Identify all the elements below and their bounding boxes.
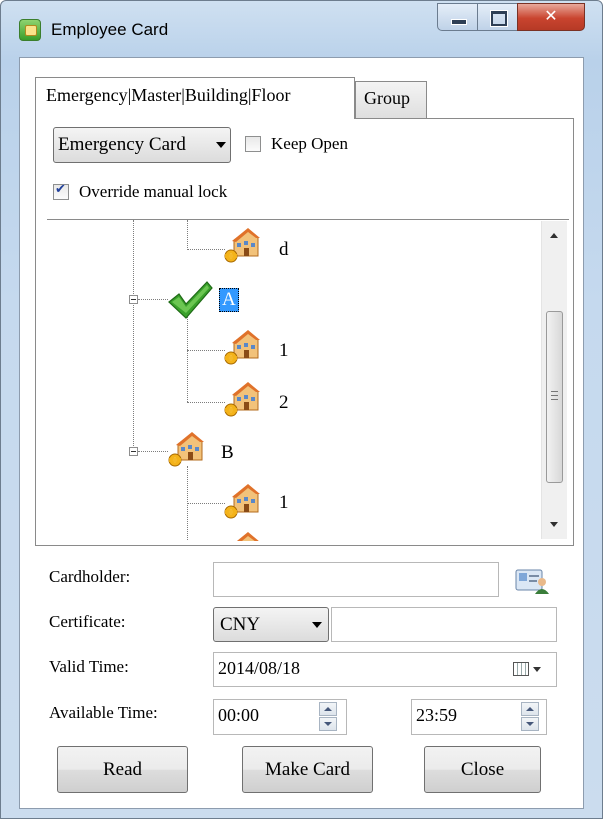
override-lock-label: Override manual lock [79,182,228,201]
tree-node-label[interactable]: 2 [279,392,289,414]
close-button[interactable]: Close [424,746,541,793]
tree-line [133,220,134,450]
employee-card-window: Employee Card Emergency|Master|Building|… [0,0,603,819]
available-to-value: 23:59 [416,705,458,725]
chevron-down-icon [216,142,226,148]
override-lock-checkbox[interactable]: ✔ [53,182,69,200]
tree-line [138,451,168,452]
building-icon [224,227,261,263]
maximize-button[interactable] [477,3,518,31]
checkmark-icon: ✔ [55,182,66,197]
tree-line [187,312,188,402]
id-card-icon[interactable] [515,567,551,595]
keep-open-checkbox[interactable] [245,136,261,152]
tab-emergency-master-building-floor[interactable]: Emergency|Master|Building|Floor [35,77,355,119]
available-time-label: Available Time: [49,703,158,722]
scrollbar-thumb[interactable] [546,311,563,483]
tree-line [187,503,225,504]
scroll-up-icon[interactable] [550,233,558,238]
tree-line [187,350,225,351]
tree-node-label[interactable]: d [279,239,289,261]
building-icon [224,483,261,519]
tab-group[interactable]: Group [355,81,427,119]
tree-node-label[interactable]: 1 [279,492,289,514]
scroll-down-icon[interactable] [550,522,558,527]
valid-time-value: 2014/08/18 [218,658,301,678]
building-icon [224,381,261,417]
window-title: Employee Card [51,20,169,39]
stepper-up-icon[interactable] [319,702,337,716]
cardholder-label: Cardholder: [49,567,131,586]
tree-node-label[interactable]: 1 [279,340,289,362]
close-window-button[interactable] [517,3,585,31]
available-from-value: 00:00 [218,705,260,725]
card-type-dropdown[interactable]: Emergency Card [53,127,231,163]
available-from-stepper[interactable] [319,702,337,732]
tree-scrollbar[interactable] [541,221,567,539]
keep-open-label: Keep Open [271,134,348,153]
chevron-down-icon [312,622,322,628]
building-icon [224,329,261,365]
stepper-up-icon[interactable] [521,702,539,716]
certificate-type-value: CNY [220,614,261,635]
make-card-button[interactable]: Make Card [242,746,373,793]
certificate-number-input[interactable] [331,607,557,642]
calendar-icon[interactable] [513,662,529,676]
available-to-stepper[interactable] [521,702,539,732]
certificate-type-dropdown[interactable]: CNY [213,607,329,642]
collapse-icon[interactable] [129,295,138,304]
building-tree[interactable]: d A 1 2 B 1 [47,219,569,541]
check-icon [168,281,213,319]
building-icon [224,531,261,541]
tree-line [187,402,225,403]
valid-time-label: Valid Time: [49,657,129,676]
read-button[interactable]: Read [57,746,188,793]
building-icon [168,431,205,467]
grip-icon [551,391,558,400]
tree-line [187,220,188,250]
stepper-down-icon[interactable] [521,717,539,731]
chevron-down-icon[interactable] [533,667,541,672]
valid-time-input[interactable]: 2014/08/18 [213,652,557,687]
collapse-icon[interactable] [129,447,138,456]
certificate-label: Certificate: [49,612,126,631]
tree-line [187,249,225,250]
tree-line [138,299,168,300]
cardholder-input[interactable] [213,562,499,597]
tree-node-selected[interactable]: A [219,288,239,312]
tree-node-label[interactable]: B [221,442,234,464]
app-icon [19,19,41,41]
stepper-down-icon[interactable] [319,717,337,731]
card-type-value: Emergency Card [58,134,186,155]
minimize-button[interactable] [437,3,478,31]
title-bar[interactable]: Employee Card [1,1,602,57]
